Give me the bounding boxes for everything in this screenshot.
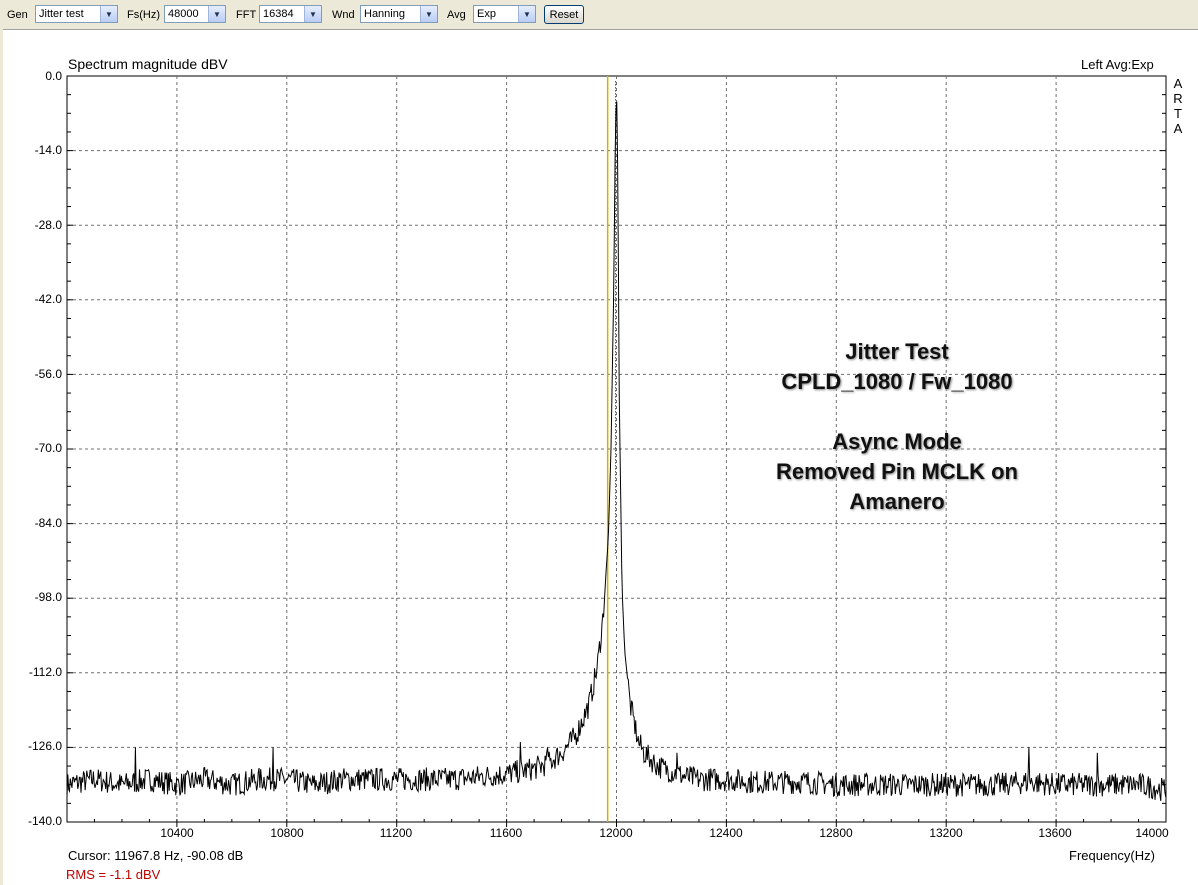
annotation-line: Removed Pin MCLK on	[775, 459, 1018, 484]
x-axis-label: Frequency(Hz)	[1069, 848, 1155, 863]
y-tick-label: -126.0	[27, 739, 62, 753]
annotation-line	[697, 397, 1097, 427]
y-tick-label: -42.0	[34, 292, 62, 306]
x-tick-label: 13600	[1038, 826, 1072, 840]
cursor-readout: Cursor: 11967.8 Hz, -90.08 dB	[68, 848, 244, 863]
y-tick-label: -28.0	[34, 218, 62, 232]
y-tick-label: -112.0	[28, 665, 62, 679]
x-tick-label: 11600	[489, 826, 523, 840]
y-tick-label: -98.0	[34, 590, 62, 604]
y-tick-label: -84.0	[34, 516, 62, 530]
x-tick-label: 11200	[379, 826, 413, 840]
annotation-line: Jitter Test	[845, 339, 949, 364]
x-tick-label: 12800	[819, 826, 853, 840]
annotation-line: Async Mode	[832, 429, 962, 454]
annotation-line: Amanero	[849, 489, 945, 514]
y-tick-label: -56.0	[34, 367, 62, 381]
x-tick-label: 12400	[709, 826, 743, 840]
annotation-line: CPLD_1080 / Fw_1080	[781, 369, 1013, 394]
x-tick-label: 12000	[599, 826, 633, 840]
x-tick-label: 10400	[160, 826, 194, 840]
y-tick-label: 0.0	[45, 69, 62, 83]
y-tick-label: -70.0	[34, 441, 62, 455]
x-tick-label: 13200	[929, 826, 963, 840]
y-tick-label: -14.0	[34, 143, 62, 157]
annotation-text: Jitter Test CPLD_1080 / Fw_1080 Async Mo…	[697, 337, 1097, 517]
x-tick-label: 14000	[1135, 826, 1169, 840]
x-tick-label: 10800	[270, 826, 304, 840]
rms-readout: RMS = -1.1 dBV	[66, 867, 161, 882]
y-tick-label: -140.0	[27, 814, 62, 828]
